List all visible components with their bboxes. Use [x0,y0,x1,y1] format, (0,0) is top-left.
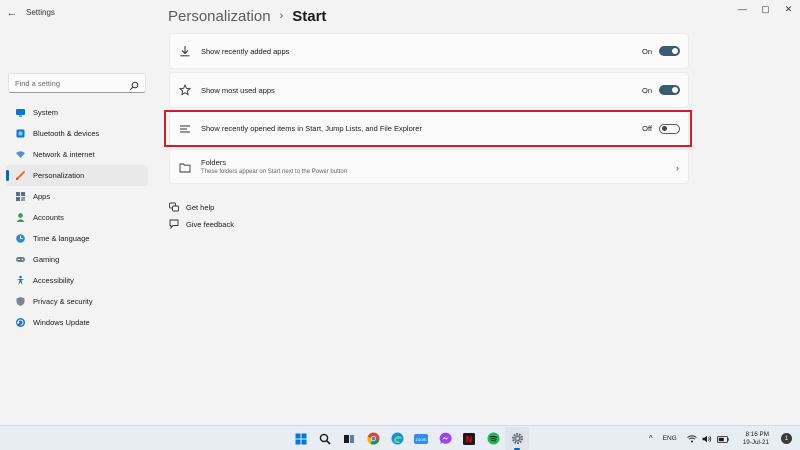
sidebar-item-bluetooth[interactable]: Bluetooth & devices [6,123,148,144]
search-icon[interactable] [129,78,139,91]
sidebar-item-label: Network & internet [33,150,95,159]
setting-recently-added-apps: Show recently added apps On [169,33,689,69]
setting-label: Show most used apps [201,85,275,95]
chevron-right-icon: › [676,163,679,173]
window-controls: — ▢ ✕ [731,0,800,18]
star-icon [178,84,191,97]
sidebar-nav: System Bluetooth & devices Network & int… [6,102,148,333]
search-input[interactable] [15,77,127,90]
battery-icon [716,430,729,448]
accounts-icon [15,212,26,223]
sidebar-item-label: System [33,108,59,117]
setting-label: Show recently added apps [201,46,290,56]
notification-badge[interactable]: 1 [781,433,792,444]
title-bar: ← Settings — ▢ ✕ [0,0,800,26]
breadcrumb-separator: › [279,10,284,22]
toggle-state-label: On [641,85,652,95]
minimize-button[interactable]: — [731,0,754,18]
windows-update-icon [15,317,26,328]
taskbar-search-icon[interactable] [313,427,337,450]
sidebar-item-system[interactable]: System [6,102,148,123]
tray-status-icons[interactable] [686,430,729,448]
sidebar-item-label: Time & language [33,234,90,243]
help-icon [169,202,179,212]
app-title: Settings [26,8,55,17]
chrome-icon[interactable] [361,427,385,450]
zoom-logo-text: zoom [415,437,426,442]
sidebar-item-label: Accounts [33,213,64,222]
sidebar-item-label: Personalization [33,171,85,180]
accessibility-icon [15,275,26,286]
language-indicator[interactable]: ENG [663,435,677,442]
sidebar-item-label: Accessibility [33,276,74,285]
setting-folders[interactable]: Folders These folders appear on Start ne… [169,149,689,184]
sidebar-item-label: Apps [33,192,51,201]
breadcrumb-parent[interactable]: Personalization [168,8,271,25]
clock-time: 8:16 PM [745,430,769,438]
system-tray: ^ ENG 8:16 PM 19-Jul-21 1 [649,426,800,450]
breadcrumb: Personalization › Start [168,5,326,27]
netflix-logo-text: N [466,434,473,444]
show-hidden-icons-button[interactable]: ^ [649,434,653,443]
system-icon [15,107,26,118]
recently-added-apps-toggle[interactable] [659,46,680,56]
taskbar-apps: zoom N [289,426,529,450]
folder-icon [178,161,191,174]
sidebar-item-apps[interactable]: Apps [6,186,148,207]
sidebar-item-network[interactable]: Network & internet [6,144,148,165]
brush-icon [15,170,26,181]
sidebar-item-time-language[interactable]: Time & language [6,228,148,249]
folders-title: Folders [201,158,227,167]
task-view-icon[interactable] [337,427,361,450]
sidebar-item-accounts[interactable]: Accounts [6,207,148,228]
spotify-icon[interactable] [481,427,505,450]
highlight-annotation [164,110,692,147]
volume-icon [702,430,712,448]
network-icon [15,149,26,160]
sidebar-item-personalization[interactable]: Personalization [6,165,148,186]
sidebar-item-accessibility[interactable]: Accessibility [6,270,148,291]
sidebar-item-label: Bluetooth & devices [33,129,100,138]
give-feedback-label: Give feedback [186,219,234,229]
shield-icon [15,296,26,307]
close-button[interactable]: ✕ [777,0,800,18]
windows-start-icon[interactable] [289,427,313,450]
taskbar: zoom N ^ ENG 8:16 PM 19-Jul-21 1 [0,425,800,450]
sidebar-item-windows-update[interactable]: Windows Update [6,312,148,333]
clock-date: 19-Jul-21 [742,438,769,446]
wifi-icon [686,430,697,448]
setting-most-used-apps: Show most used apps On [169,72,689,108]
sidebar-item-label: Privacy & security [33,297,93,306]
back-button[interactable]: ← [5,6,19,20]
settings-icon[interactable] [505,426,529,450]
folders-description: These folders appear on Start next to th… [201,169,348,175]
clock[interactable]: 8:16 PM 19-Jul-21 [743,431,769,447]
netflix-icon[interactable]: N [457,427,481,450]
get-help-label: Get help [186,202,215,212]
zoom-icon[interactable]: zoom [409,427,433,450]
feedback-icon [169,219,179,229]
time-language-icon [15,233,26,244]
get-help-link[interactable]: Get help [169,201,214,213]
toggle-state-label: On [641,46,652,56]
sidebar-item-privacy-security[interactable]: Privacy & security [6,291,148,312]
maximize-button[interactable]: ▢ [754,0,777,18]
messenger-icon[interactable] [433,427,457,450]
sidebar-item-label: Gaming [33,255,60,264]
give-feedback-link[interactable]: Give feedback [169,218,234,230]
edge-icon[interactable] [385,427,409,450]
search-box [8,73,146,93]
apps-icon [15,191,26,202]
sidebar-item-label: Windows Update [33,318,90,327]
download-icon [178,45,191,58]
gaming-icon [15,254,26,265]
page-title: Start [292,7,327,25]
sidebar-item-gaming[interactable]: Gaming [6,249,148,270]
bluetooth-icon [15,128,26,139]
most-used-apps-toggle[interactable] [659,85,680,95]
